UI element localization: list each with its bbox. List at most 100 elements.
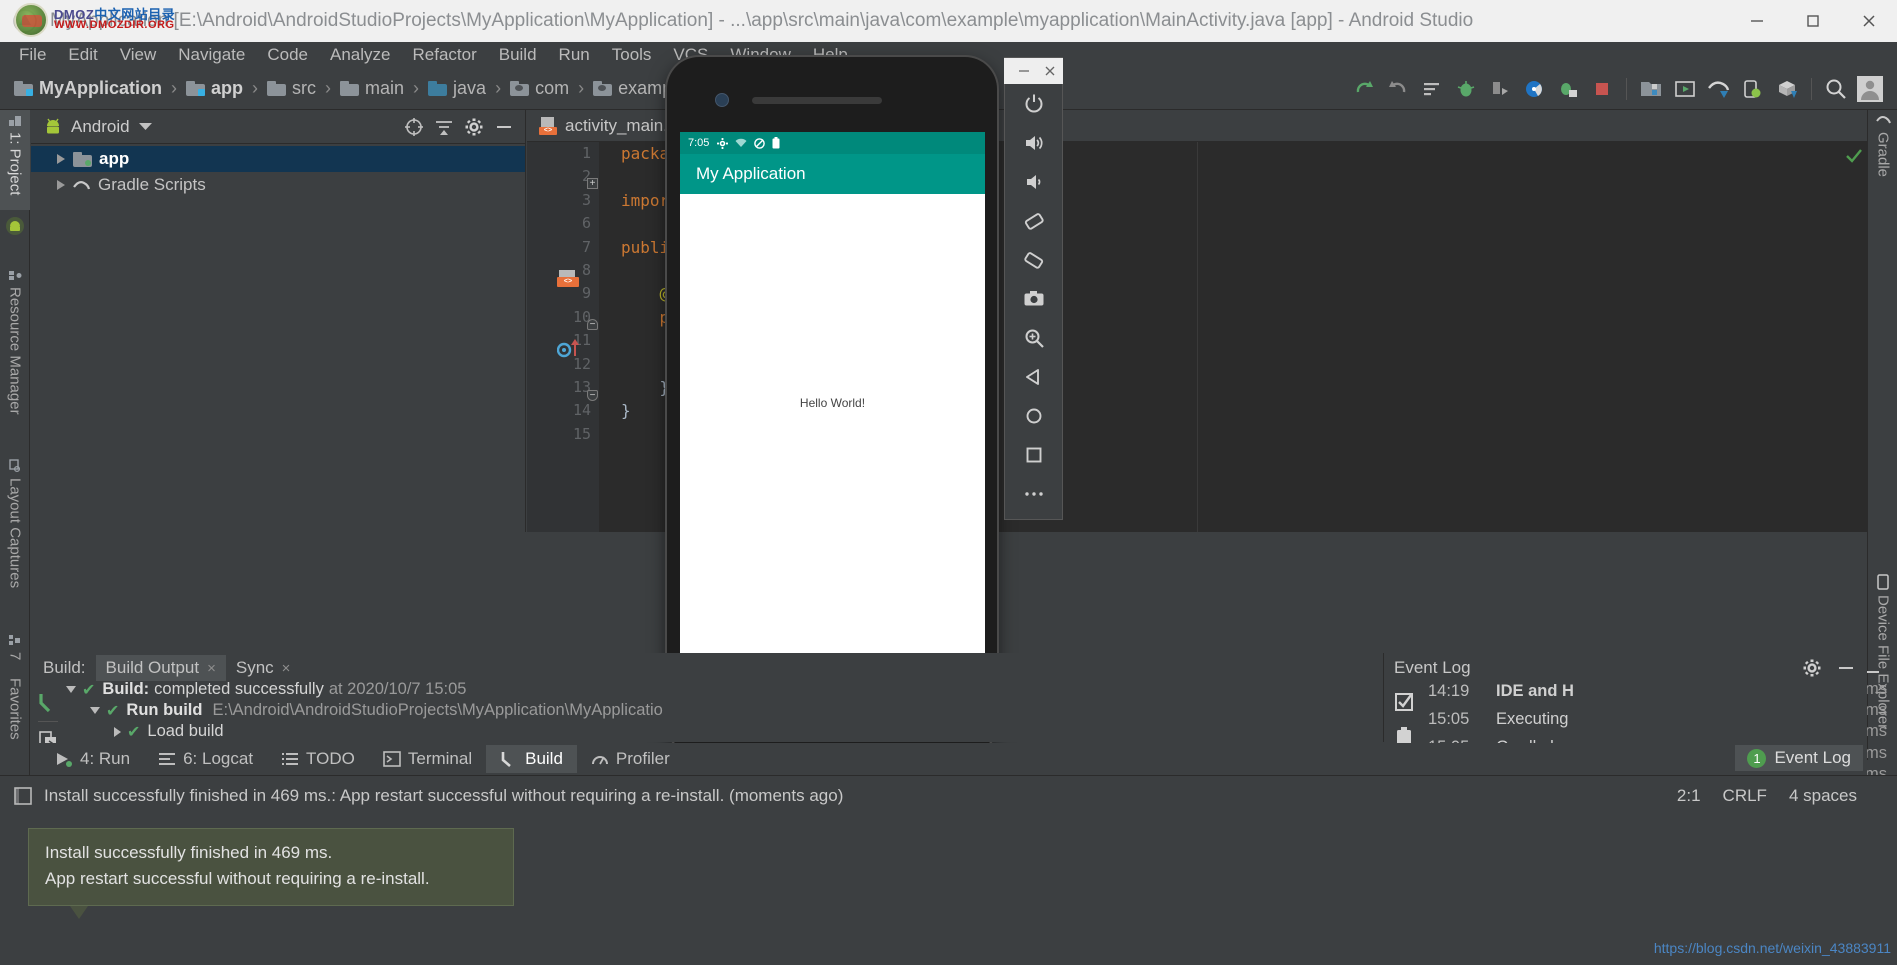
status-icon[interactable] <box>14 786 32 805</box>
menu-code[interactable]: Code <box>256 43 319 67</box>
close-icon[interactable] <box>1037 58 1063 84</box>
target-icon[interactable] <box>399 112 429 142</box>
sidebar-item-resource-manager[interactable]: Resource Manager <box>0 265 30 445</box>
debug-icon[interactable] <box>1449 72 1483 106</box>
debug-app-icon[interactable] <box>1551 72 1585 106</box>
indent-setting[interactable]: 4 spaces <box>1789 786 1857 806</box>
gradle-sync-icon[interactable] <box>1702 72 1736 106</box>
editor-tab-activity-main-xml[interactable]: <> activity_main.x <box>527 110 688 142</box>
collapse-arrow-icon[interactable] <box>66 686 76 694</box>
sidebar-item-layout-captures[interactable]: Layout Captures <box>0 455 30 620</box>
app-title: My Application <box>696 164 806 183</box>
home-icon[interactable] <box>1004 396 1063 435</box>
back-icon[interactable] <box>1004 357 1063 396</box>
overview-icon[interactable] <box>1004 435 1063 474</box>
xml-layout-marker-icon[interactable]: <> <box>557 270 579 288</box>
tab-todo[interactable]: TODO <box>267 745 369 773</box>
fold-expand-icon[interactable]: + <box>587 178 598 189</box>
avatar-icon[interactable] <box>1853 72 1887 106</box>
collapse-all-icon[interactable] <box>429 112 459 142</box>
caret-position[interactable]: 2:1 <box>1677 786 1701 806</box>
app-content-area[interactable]: Hello World! <box>680 194 985 684</box>
expand-arrow-icon[interactable] <box>57 154 65 164</box>
stop-icon[interactable] <box>1585 72 1619 106</box>
close-icon[interactable]: × <box>282 660 291 677</box>
breadcrumb-item-myapplication[interactable]: MyApplication <box>14 78 162 99</box>
line-separator[interactable]: CRLF <box>1723 786 1767 806</box>
volume-up-icon[interactable] <box>1004 123 1063 162</box>
profiler-icon[interactable] <box>1517 72 1551 106</box>
undo-icon[interactable] <box>1381 72 1415 106</box>
tab-sync[interactable]: Sync × <box>226 655 301 681</box>
breadcrumb-item-app[interactable]: app <box>186 78 243 99</box>
apply-changes-icon[interactable] <box>1415 72 1449 106</box>
expand-arrow-icon[interactable] <box>114 726 121 737</box>
redo-icon[interactable] <box>1347 72 1381 106</box>
menu-tools[interactable]: Tools <box>601 43 663 67</box>
minimize-icon[interactable] <box>1011 58 1037 84</box>
power-icon[interactable] <box>1004 84 1063 123</box>
inspection-status-icon[interactable] <box>1845 148 1862 163</box>
menu-analyze[interactable]: Analyze <box>319 43 401 67</box>
menu-build[interactable]: Build <box>488 43 548 67</box>
fold-collapse-end-icon[interactable]: − <box>587 390 598 401</box>
layout-inspector-icon[interactable] <box>1736 72 1770 106</box>
build-row[interactable]: ✔ Run build E:\Android\AndroidStudioProj… <box>66 700 1366 721</box>
close-icon[interactable]: × <box>207 660 216 677</box>
search-icon[interactable] <box>1819 72 1853 106</box>
breadcrumb-item-java[interactable]: java <box>428 78 486 99</box>
emulator-screen[interactable]: 7:05 My Application Hello World! <box>680 132 985 704</box>
collapse-arrow-icon[interactable] <box>90 707 100 715</box>
attach-debugger-icon[interactable] <box>1483 72 1517 106</box>
tab-profiler[interactable]: Profiler <box>577 745 684 773</box>
menu-view[interactable]: View <box>109 43 168 67</box>
maximize-icon[interactable] <box>1785 0 1841 42</box>
tab-todo-label: TODO <box>306 749 355 768</box>
breadcrumb-item-src[interactable]: src <box>267 78 316 99</box>
event-log-row[interactable]: 14:19 IDE and H <box>1428 677 1861 705</box>
settings-icon[interactable] <box>459 112 489 142</box>
avd-manager-icon[interactable] <box>1668 72 1702 106</box>
menu-refactor[interactable]: Refactor <box>401 43 487 67</box>
rotate-left-icon[interactable] <box>1004 201 1063 240</box>
event-log-row[interactable]: 15:05 Executing <box>1428 705 1861 733</box>
sdk-manager-icon[interactable] <box>1634 72 1668 106</box>
override-method-marker-icon[interactable] <box>557 338 583 358</box>
emulator-window[interactable]: 7:05 My Application Hello World! <box>667 57 997 754</box>
fold-collapse-icon[interactable]: − <box>587 319 598 330</box>
tab-build-output[interactable]: Build Output × <box>95 655 226 681</box>
menu-run[interactable]: Run <box>548 43 601 67</box>
hide-icon[interactable] <box>489 112 519 142</box>
breadcrumb-item-main[interactable]: main <box>340 78 404 99</box>
tab-terminal[interactable]: Terminal <box>369 745 486 773</box>
event-log-button[interactable]: 1 Event Log <box>1735 745 1863 771</box>
sidebar-item-favorites[interactable]: Favorites <box>0 674 30 784</box>
tab-run[interactable]: 4: Run <box>41 745 144 773</box>
more-icon[interactable] <box>1004 474 1063 513</box>
tree-node-app[interactable]: app <box>31 146 525 172</box>
menu-navigate[interactable]: Navigate <box>167 43 256 67</box>
chevron-down-icon[interactable] <box>138 122 152 131</box>
notification-balloon[interactable]: Install successfully finished in 469 ms.… <box>28 828 514 906</box>
sidebar-item-project[interactable]: 1: Project <box>0 110 30 210</box>
menu-edit[interactable]: Edit <box>57 43 108 67</box>
build-icon[interactable] <box>33 687 63 718</box>
breadcrumb-item-com[interactable]: com <box>510 78 569 99</box>
tab-logcat[interactable]: 6: Logcat <box>144 745 267 773</box>
project-view-selector-label[interactable]: Android <box>71 117 130 137</box>
mark-read-icon[interactable] <box>1388 685 1420 719</box>
device-explorer-icon[interactable] <box>1770 72 1804 106</box>
sidebar-item-gradle[interactable]: Gradle <box>1868 110 1897 218</box>
screenshot-icon[interactable] <box>1004 279 1063 318</box>
build-row[interactable]: ✔ Load build <box>66 721 1366 742</box>
build-row[interactable]: ✔ Build: completed successfully at 2020/… <box>66 679 1366 700</box>
tree-node-gradle-scripts[interactable]: Gradle Scripts <box>31 172 525 198</box>
zoom-icon[interactable] <box>1004 318 1063 357</box>
volume-down-icon[interactable] <box>1004 162 1063 201</box>
expand-arrow-icon[interactable] <box>57 180 65 190</box>
minimize-icon[interactable] <box>1729 0 1785 42</box>
close-icon[interactable] <box>1841 0 1897 42</box>
menu-file[interactable]: File <box>8 43 57 67</box>
tab-build[interactable]: Build <box>486 745 577 773</box>
rotate-right-icon[interactable] <box>1004 240 1063 279</box>
